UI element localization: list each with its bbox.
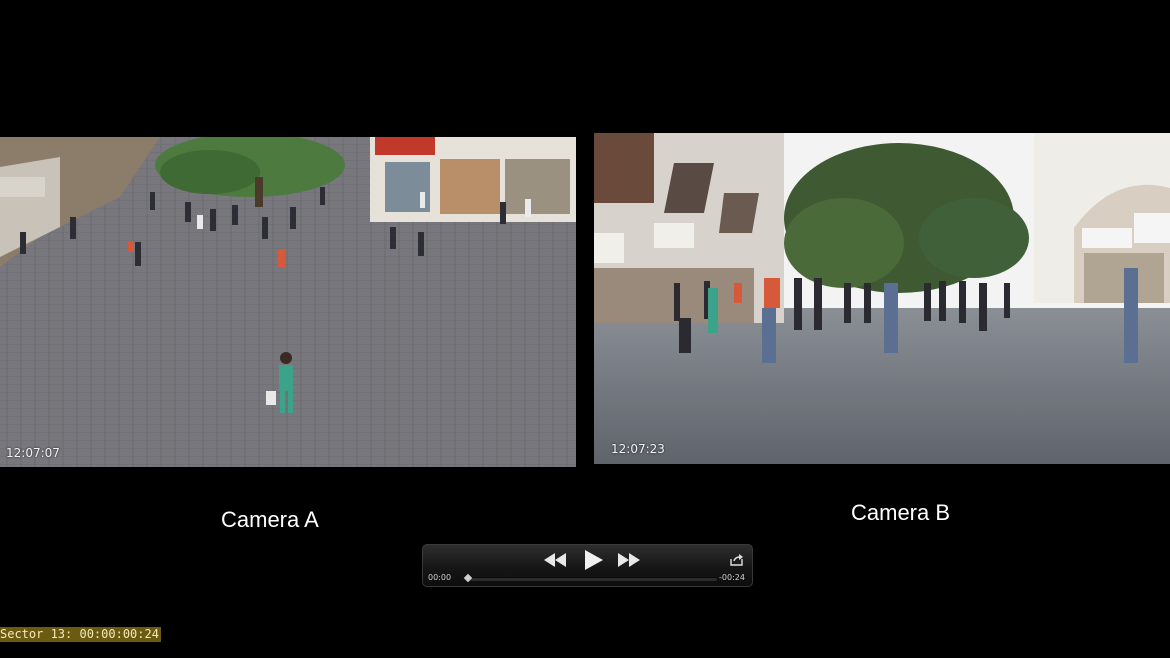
- camera-a-label: Camera A: [221, 507, 319, 532]
- play-icon: [585, 550, 603, 570]
- playhead-handle[interactable]: [463, 573, 473, 583]
- fast-forward-icon: [618, 553, 640, 567]
- play-button[interactable]: [583, 549, 605, 571]
- rewind-icon: [544, 553, 566, 567]
- camera-b-timestamp: 12:07:23: [611, 442, 665, 456]
- camera-b-label: Camera B: [851, 500, 951, 525]
- sector-timecode-overlay: Sector 13: 00:00:00:24: [0, 627, 161, 642]
- camera-a-feed: 12:07:07: [0, 137, 576, 467]
- current-time: 00:00: [428, 573, 452, 582]
- rewind-button[interactable]: [543, 551, 567, 569]
- share-icon: [729, 554, 743, 566]
- share-button[interactable]: [729, 553, 743, 567]
- camera-b-feed: 12:07:23: [594, 133, 1170, 464]
- video-player-controls: 00:00 -00:24: [422, 544, 753, 587]
- camera-a-scene: [0, 137, 576, 467]
- video-stage: 12:07:07 12:07:23 Camera A Camera B 00:0…: [0, 0, 1170, 658]
- camera-b-scene: [594, 133, 1170, 464]
- fast-forward-button[interactable]: [617, 551, 641, 569]
- progress-scrubber[interactable]: [463, 573, 717, 583]
- camera-a-timestamp: 12:07:07: [6, 446, 60, 460]
- remaining-time: -00:24: [719, 573, 745, 582]
